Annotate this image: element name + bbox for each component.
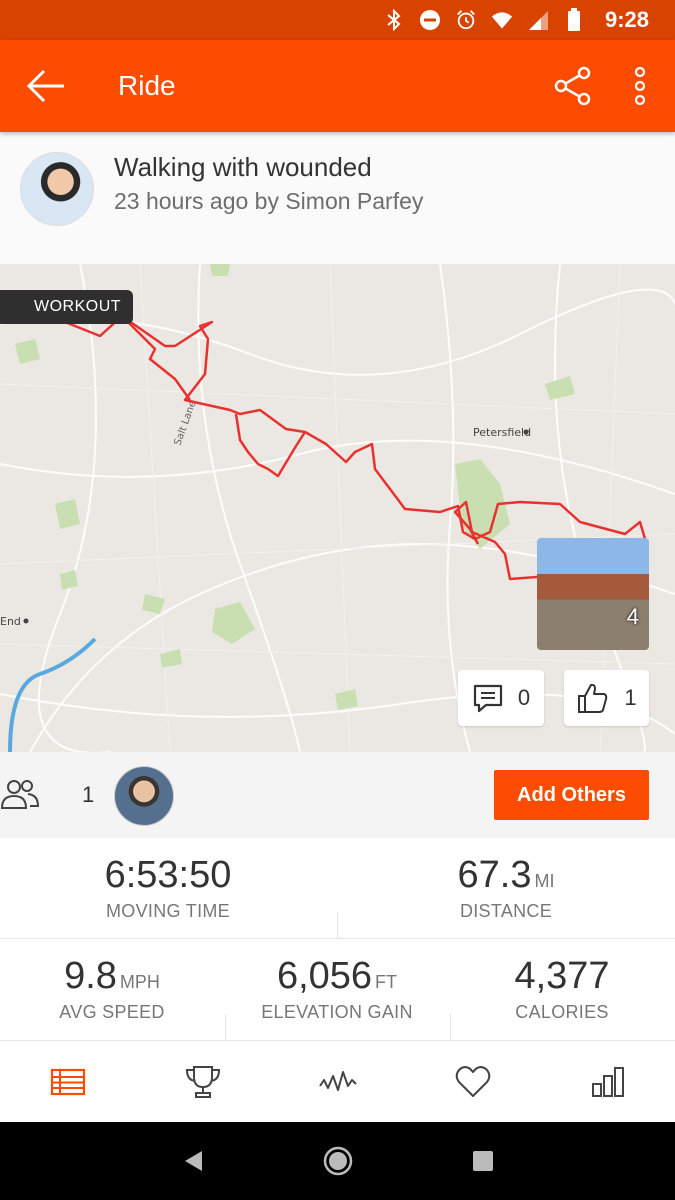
distance-unit: MI <box>534 871 555 891</box>
activity-subtitle[interactable]: 23 hours ago by Simon Parfey <box>114 188 423 215</box>
distance-value: 67.3 <box>457 854 532 896</box>
distance-label: DISTANCE <box>459 901 553 921</box>
nav-back-icon[interactable] <box>182 1149 204 1173</box>
status-bar: 9:28 <box>0 0 675 40</box>
tab-analysis[interactable] <box>303 1047 373 1117</box>
stats-divider <box>337 912 338 938</box>
bluetooth-icon <box>383 9 405 31</box>
thumbs-up-icon <box>578 683 608 713</box>
elevation-value: 6,056 <box>276 955 373 997</box>
nav-home-icon[interactable] <box>322 1145 354 1177</box>
app-bar: Ride <box>0 40 675 132</box>
athlete-avatar[interactable] <box>114 766 174 826</box>
calories-value: 4,377 <box>514 955 610 997</box>
comment-icon <box>473 684 502 713</box>
overview-icon <box>50 1068 85 1095</box>
more-options-button[interactable] <box>605 40 675 132</box>
trophy-icon <box>185 1065 220 1098</box>
stat-moving-time: 6:53:50 MOVING TIME <box>58 854 278 922</box>
alarm-icon <box>455 9 477 31</box>
tab-stats[interactable] <box>573 1047 643 1117</box>
share-icon <box>554 66 591 106</box>
group-icon <box>0 778 40 815</box>
map-label-town: Petersfield <box>473 426 531 439</box>
photo-count: 4 <box>626 604 639 629</box>
stat-avg-speed: 9.8 MPH AVG SPEED <box>2 955 222 1023</box>
analysis-icon <box>318 1070 357 1091</box>
back-arrow-icon <box>26 69 64 103</box>
athletes-count: 1 <box>82 782 95 807</box>
battery-icon <box>563 8 585 31</box>
calories-label: CALORIES <box>515 1002 609 1022</box>
kudos-count: 1 <box>624 685 637 710</box>
comment-count: 0 <box>517 685 531 710</box>
stats-divider <box>225 1014 226 1040</box>
wifi-icon <box>491 9 513 31</box>
tab-overview[interactable] <box>33 1047 103 1117</box>
do-not-disturb-icon <box>419 9 441 31</box>
bar-chart-icon <box>591 1066 624 1097</box>
activity-title: Walking with wounded <box>114 152 372 182</box>
heart-icon <box>455 1065 490 1097</box>
avg-speed-unit: MPH <box>119 972 160 992</box>
tab-segments[interactable] <box>168 1047 238 1117</box>
tab-bar <box>0 1040 675 1122</box>
share-button[interactable] <box>541 40 605 132</box>
tab-heart-rate[interactable] <box>438 1047 508 1117</box>
map-label-road: Salt Lane <box>172 400 198 448</box>
back-button[interactable] <box>0 40 92 132</box>
moving-time-value: 6:53:50 <box>104 854 232 896</box>
nav-recents-icon[interactable] <box>472 1150 494 1172</box>
elevation-unit: FT <box>375 972 398 992</box>
status-time: 9:28 <box>604 7 649 32</box>
stat-elevation: 6,056 FT ELEVATION GAIN <box>227 955 447 1023</box>
stat-calories: 4,377 CALORIES <box>452 955 672 1023</box>
map-label-place: End <box>0 615 21 628</box>
more-vert-icon <box>634 67 646 105</box>
stats-divider <box>450 1014 451 1040</box>
comment-button[interactable]: 0 <box>458 670 544 726</box>
add-others-button[interactable]: Add Others <box>494 770 649 820</box>
photo-thumbnail[interactable]: 4 <box>537 538 649 650</box>
avg-speed-value: 9.8 <box>64 955 117 997</box>
page-title: Ride <box>118 70 176 101</box>
stat-distance: 67.3 MI DISTANCE <box>396 854 616 922</box>
elevation-label: ELEVATION GAIN <box>261 1002 413 1022</box>
avg-speed-label: AVG SPEED <box>59 1002 165 1022</box>
workout-badge: WORKOUT <box>0 290 134 324</box>
system-nav-bar <box>0 1122 675 1200</box>
stats-row-divider <box>0 938 675 939</box>
signal-icon <box>527 9 549 31</box>
kudos-button[interactable]: 1 <box>564 670 649 726</box>
owner-avatar[interactable] <box>20 152 94 226</box>
moving-time-label: MOVING TIME <box>106 901 230 921</box>
